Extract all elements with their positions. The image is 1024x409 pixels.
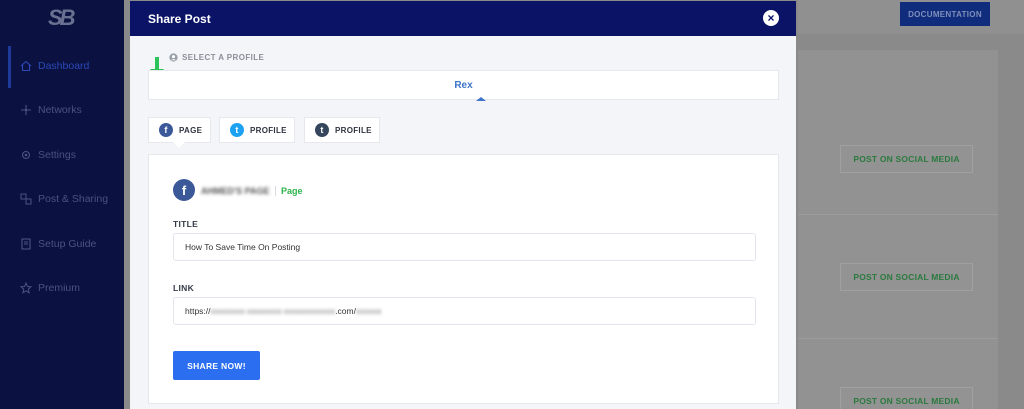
post-on-social-media-button[interactable]: POST ON SOCIAL MEDIA [840, 387, 973, 409]
tab-twitter-profile[interactable]: t PROFILE [219, 117, 295, 143]
link-hidden-part: xxxxxxxx-xxxxxxxx-xxxxxxxxxxxx [210, 306, 336, 316]
link-prefix: https:// [185, 306, 211, 316]
post-on-social-media-button[interactable]: POST ON SOCIAL MEDIA [840, 145, 973, 173]
row-divider [798, 338, 998, 339]
select-profile-text: SELECT A PROFILE [182, 53, 265, 62]
sidebar-item-post-sharing[interactable]: Post & Sharing [20, 189, 108, 209]
sidebar-item-label: Setup Guide [38, 238, 97, 250]
tab-tumblr-profile[interactable]: t PROFILE [304, 117, 380, 143]
home-icon [20, 60, 32, 72]
close-icon: × [767, 11, 775, 25]
share-now-button[interactable]: SHARE NOW! [173, 351, 260, 380]
sidebar-item-setup-guide[interactable]: Setup Guide [20, 234, 96, 254]
profile-selector[interactable]: Rex [148, 70, 779, 101]
sidebar-item-networks[interactable]: Networks [20, 100, 82, 120]
network-icon [21, 105, 31, 115]
active-indicator [8, 46, 11, 88]
caret-up-icon [476, 97, 486, 101]
tab-label: PAGE [179, 125, 203, 135]
account-name: AHMED'S PAGE [201, 186, 270, 196]
sidebar: SB Dashboard Networks Settings Post & Sh… [0, 0, 124, 409]
app-logo: SB [48, 5, 76, 30]
title-label: TITLE [173, 219, 199, 229]
star-icon [20, 282, 32, 294]
close-button[interactable]: × [763, 10, 779, 26]
facebook-icon: f [159, 123, 173, 137]
title-value: How To Save Time On Posting [185, 242, 301, 252]
share-form-panel: f AHMED'S PAGE Page TITLE How To Save Ti… [148, 154, 779, 404]
sidebar-item-label: Dashboard [38, 60, 90, 72]
tab-facebook-page[interactable]: f PAGE [148, 117, 211, 143]
link-hidden-path: xxxxxx [355, 306, 382, 316]
link-label: LINK [173, 283, 195, 293]
divider [275, 186, 276, 196]
user-icon [169, 53, 178, 62]
link-input[interactable]: https:// xxxxxxxx-xxxxxxxx-xxxxxxxxxxxx … [173, 297, 756, 325]
sidebar-item-premium[interactable]: Premium [20, 278, 80, 298]
tumblr-icon: t [315, 123, 329, 137]
tab-label: PROFILE [250, 125, 287, 135]
title-input[interactable]: How To Save Time On Posting [173, 233, 756, 261]
sidebar-item-dashboard[interactable]: Dashboard [20, 56, 89, 76]
selected-profile-name: Rex [454, 80, 473, 91]
avatar: f [173, 179, 195, 201]
tab-pointer [173, 142, 185, 148]
link-domain-suffix: .com/ [335, 306, 356, 316]
sidebar-item-label: Post & Sharing [38, 193, 109, 205]
twitter-icon: t [230, 123, 244, 137]
sidebar-item-label: Settings [38, 149, 76, 161]
modal-header: Share Post × [130, 1, 796, 36]
modal-title: Share Post [148, 12, 211, 26]
sidebar-item-settings[interactable]: Settings [20, 145, 76, 165]
sidebar-item-label: Networks [38, 104, 82, 116]
sidebar-item-label: Premium [38, 282, 81, 294]
post-on-social-media-button[interactable]: POST ON SOCIAL MEDIA [840, 263, 973, 291]
gear-icon [21, 150, 31, 160]
tab-label: PROFILE [335, 125, 372, 135]
posts-card [798, 50, 998, 409]
share-post-modal: Share Post × SELECT A PROFILE Rex f PAGE… [130, 1, 796, 409]
select-profile-label: SELECT A PROFILE [169, 53, 264, 62]
book-icon [21, 238, 31, 250]
share-icon [20, 193, 32, 205]
row-divider [798, 214, 998, 215]
account-type-badge: Page [281, 186, 303, 196]
documentation-button[interactable]: DOCUMENTATION [900, 2, 990, 26]
